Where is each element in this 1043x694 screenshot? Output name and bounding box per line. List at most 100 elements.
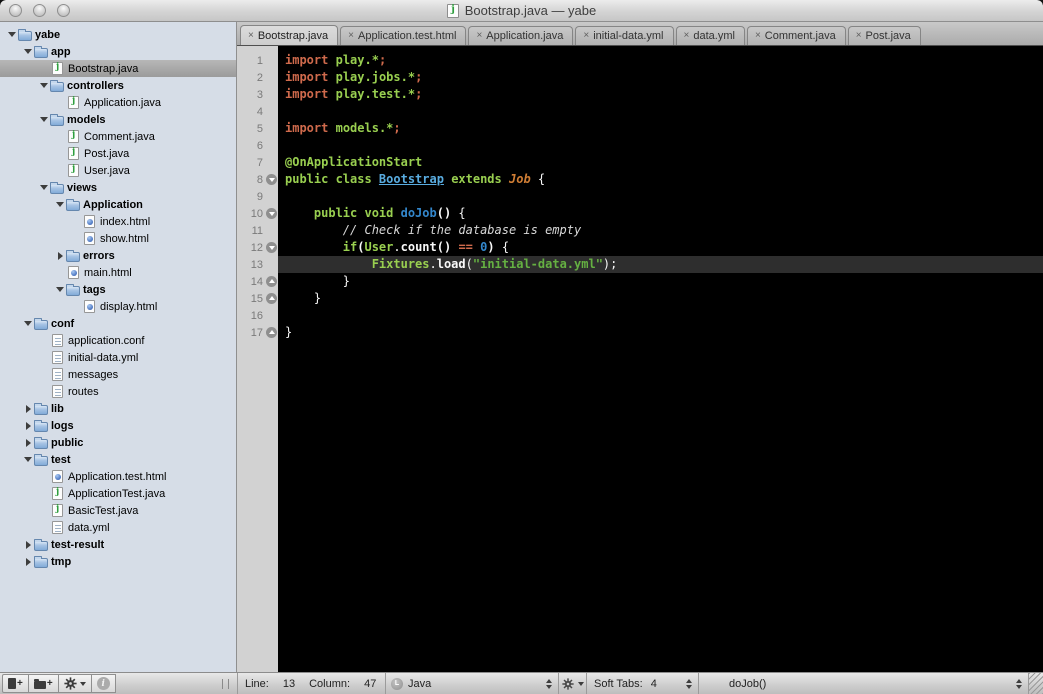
tree-item-tags[interactable]: tags: [0, 281, 236, 298]
fold-down-icon[interactable]: [266, 174, 277, 185]
tab-initial-data.yml[interactable]: ×initial-data.yml: [575, 26, 673, 45]
code-line-3[interactable]: import play.test.*;: [278, 86, 1043, 103]
tree-item-test-result[interactable]: test-result: [0, 536, 236, 553]
disclosure-triangle-icon[interactable]: [6, 32, 18, 37]
tree-item-controllers[interactable]: controllers: [0, 77, 236, 94]
fold-up-icon[interactable]: [266, 327, 277, 338]
tree-item-Application.test.html[interactable]: Application.test.html: [0, 468, 236, 485]
tree-item-BasicTest.java[interactable]: BasicTest.java: [0, 502, 236, 519]
symbol-popup[interactable]: doJob(): [698, 673, 1028, 694]
code-line-6[interactable]: [278, 137, 1043, 154]
tree-item-models[interactable]: models: [0, 111, 236, 128]
code-line-10[interactable]: public void doJob() {: [278, 205, 1043, 222]
tree-item-Bootstrap.java[interactable]: Bootstrap.java: [0, 60, 236, 77]
disclosure-triangle-icon[interactable]: [22, 49, 34, 54]
disclosure-triangle-icon[interactable]: [22, 541, 34, 549]
minimize-window-icon[interactable]: [33, 4, 46, 17]
tree-item-index.html[interactable]: index.html: [0, 213, 236, 230]
disclosure-triangle-icon[interactable]: [22, 405, 34, 413]
tree-item-tmp[interactable]: tmp: [0, 553, 236, 570]
tree-item-lib[interactable]: lib: [0, 400, 236, 417]
tree-item-data.yml[interactable]: data.yml: [0, 519, 236, 536]
disclosure-triangle-icon[interactable]: [22, 558, 34, 566]
code-line-9[interactable]: [278, 188, 1043, 205]
tree-item-Comment.java[interactable]: Comment.java: [0, 128, 236, 145]
pane-splitter-handle[interactable]: [222, 679, 229, 689]
tree-item-application.conf[interactable]: application.conf: [0, 332, 236, 349]
disclosure-triangle-icon[interactable]: [22, 439, 34, 447]
close-window-icon[interactable]: [9, 4, 22, 17]
tab-data.yml[interactable]: ×data.yml: [676, 26, 745, 45]
fold-up-icon[interactable]: [266, 276, 277, 287]
tree-item-app[interactable]: app: [0, 43, 236, 60]
new-folder-button[interactable]: +: [29, 674, 59, 693]
tree-item-User.java[interactable]: User.java: [0, 162, 236, 179]
tab-Post.java[interactable]: ×Post.java: [848, 26, 921, 45]
new-file-button[interactable]: +: [2, 674, 29, 693]
tab-close-icon[interactable]: ×: [583, 31, 589, 41]
soft-tabs-control[interactable]: Soft Tabs: 4: [586, 673, 698, 694]
disclosure-triangle-icon[interactable]: [22, 457, 34, 462]
tree-item-conf[interactable]: conf: [0, 315, 236, 332]
code-line-11[interactable]: // Check if the database is empty: [278, 222, 1043, 239]
tab-Application.java[interactable]: ×Application.java: [468, 26, 573, 45]
code-line-14[interactable]: }: [278, 273, 1043, 290]
code-line-16[interactable]: [278, 307, 1043, 324]
tree-item-show.html[interactable]: show.html: [0, 230, 236, 247]
info-button[interactable]: i: [92, 674, 116, 693]
tree-item-main.html[interactable]: main.html: [0, 264, 236, 281]
code-line-4[interactable]: [278, 103, 1043, 120]
title-bar[interactable]: Bootstrap.java — yabe: [0, 0, 1043, 22]
tree-item-errors[interactable]: errors: [0, 247, 236, 264]
tree-item-display.html[interactable]: display.html: [0, 298, 236, 315]
code-line-5[interactable]: import models.*;: [278, 120, 1043, 137]
code-line-8[interactable]: public class Bootstrap extends Job {: [278, 171, 1043, 188]
disclosure-triangle-icon[interactable]: [38, 83, 50, 88]
bundle-actions-popup[interactable]: [558, 673, 586, 694]
tree-item-test[interactable]: test: [0, 451, 236, 468]
actions-button[interactable]: [59, 674, 92, 693]
code-editor[interactable]: 1234567891011121314151617 import play.*;…: [237, 46, 1043, 672]
code-line-13[interactable]: Fixtures.load("initial-data.yml");: [278, 256, 1043, 273]
code-line-2[interactable]: import play.jobs.*;: [278, 69, 1043, 86]
disclosure-triangle-icon[interactable]: [54, 202, 66, 207]
fold-down-icon[interactable]: [266, 242, 277, 253]
tree-item-initial-data.yml[interactable]: initial-data.yml: [0, 349, 236, 366]
disclosure-triangle-icon[interactable]: [22, 422, 34, 430]
tree-item-views[interactable]: views: [0, 179, 236, 196]
disclosure-triangle-icon[interactable]: [54, 252, 66, 260]
tree-item-ApplicationTest.java[interactable]: ApplicationTest.java: [0, 485, 236, 502]
tree-item-Post.java[interactable]: Post.java: [0, 145, 236, 162]
tree-item-messages[interactable]: messages: [0, 366, 236, 383]
code-line-1[interactable]: import play.*;: [278, 52, 1043, 69]
language-popup[interactable]: L Java: [385, 673, 558, 694]
tab-close-icon[interactable]: ×: [684, 31, 690, 41]
tree-item-routes[interactable]: routes: [0, 383, 236, 400]
code-line-12[interactable]: if(User.count() == 0) {: [278, 239, 1043, 256]
tab-close-icon[interactable]: ×: [476, 31, 482, 41]
code-line-17[interactable]: }: [278, 324, 1043, 341]
disclosure-triangle-icon[interactable]: [38, 185, 50, 190]
disclosure-triangle-icon[interactable]: [54, 287, 66, 292]
window-resize-grip[interactable]: [1028, 673, 1043, 694]
tab-close-icon[interactable]: ×: [856, 31, 862, 41]
code-line-15[interactable]: }: [278, 290, 1043, 307]
tree-item-yabe[interactable]: yabe: [0, 26, 236, 43]
code-line-7[interactable]: @OnApplicationStart: [278, 154, 1043, 171]
tree-item-Application.java[interactable]: Application.java: [0, 94, 236, 111]
code-pane[interactable]: import play.*;import play.jobs.*;import …: [278, 46, 1043, 672]
tab-Comment.java[interactable]: ×Comment.java: [747, 26, 846, 45]
tab-close-icon[interactable]: ×: [348, 31, 354, 41]
tree-item-Application[interactable]: Application: [0, 196, 236, 213]
disclosure-triangle-icon[interactable]: [22, 321, 34, 326]
tree-item-logs[interactable]: logs: [0, 417, 236, 434]
fold-up-icon[interactable]: [266, 293, 277, 304]
tab-close-icon[interactable]: ×: [248, 31, 254, 41]
tree-item-public[interactable]: public: [0, 434, 236, 451]
tab-Bootstrap.java[interactable]: ×Bootstrap.java: [240, 25, 338, 45]
zoom-window-icon[interactable]: [57, 4, 70, 17]
disclosure-triangle-icon[interactable]: [38, 117, 50, 122]
tab-close-icon[interactable]: ×: [755, 31, 761, 41]
tab-Application.test.html[interactable]: ×Application.test.html: [340, 26, 466, 45]
fold-down-icon[interactable]: [266, 208, 277, 219]
